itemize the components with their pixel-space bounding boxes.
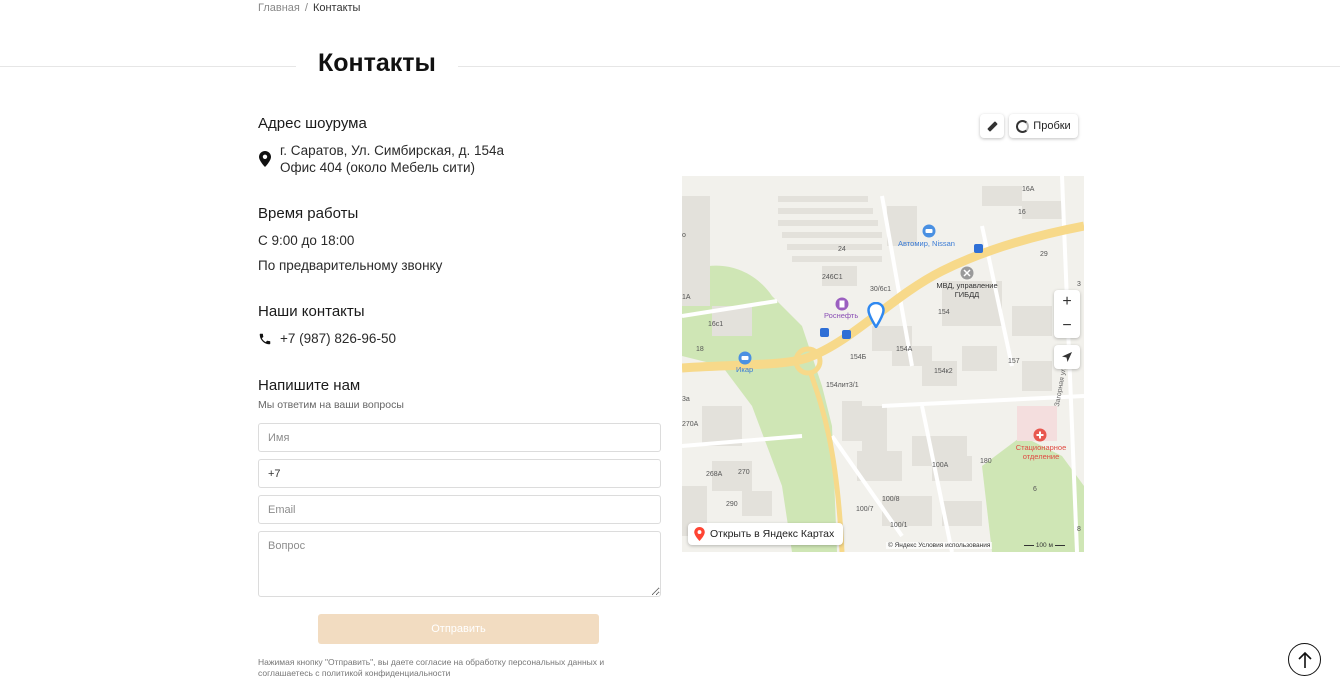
map-building-label: 270: [738, 469, 750, 476]
poi-rosneft[interactable]: Роснефть: [824, 311, 858, 320]
geolocation-button[interactable]: [1054, 345, 1080, 369]
car-dealer-icon[interactable]: [922, 224, 944, 238]
poi-hospital[interactable]: Стационарное отделение: [1008, 443, 1074, 461]
map-building-label: 246С1: [822, 274, 843, 281]
breadcrumb-current: Контакты: [312, 2, 361, 14]
map-building-label: 100/7: [856, 506, 874, 513]
map-building-label: 154лит3/1: [826, 382, 859, 389]
breadcrumb-separator: /: [304, 2, 308, 14]
map-building-label: 16с1: [708, 321, 724, 328]
showroom-address-line2: Офис 404 (около Мебель сити): [280, 160, 476, 175]
police-icon[interactable]: [960, 266, 974, 280]
form-heading: Напишите нам: [258, 377, 361, 394]
hospital-icon[interactable]: [1033, 428, 1047, 442]
map-building-label: 270А: [682, 421, 699, 428]
contacts-heading: Наши контакты: [258, 303, 365, 320]
yandex-map[interactable]: 16А 16 24 246С1 30/6с1 154 154А 154к2 15…: [682, 106, 1084, 552]
hours-heading: Время работы: [258, 205, 359, 222]
showroom-heading: Адрес шоурума: [258, 115, 367, 132]
phone-input[interactable]: [258, 459, 661, 488]
map-building-label: 100/8: [882, 496, 900, 503]
arrow-up-icon: [1297, 651, 1312, 668]
poi-ikar[interactable]: Икар: [736, 365, 753, 374]
map-building-label: 3: [1077, 281, 1081, 288]
map-building-label: 24: [838, 246, 846, 253]
map-building-label: 100/1: [890, 522, 908, 529]
open-in-yandex-maps-label: Открыть в Яндекс Картах: [710, 528, 835, 540]
map-building-label: 100А: [932, 462, 949, 469]
title-divider: [0, 66, 1340, 67]
map-building-label: 154к2: [934, 368, 953, 375]
bus-stop-icon[interactable]: [842, 330, 851, 339]
question-textarea[interactable]: [258, 531, 661, 597]
map-scale: 100 м: [1024, 542, 1065, 549]
map-building-label: 154А: [896, 346, 913, 353]
map-pin-icon: [259, 151, 271, 167]
scroll-to-top-button[interactable]: [1288, 643, 1321, 676]
poi-avtomir[interactable]: Автомир, Nissan: [898, 239, 955, 248]
ruler-button[interactable]: [980, 114, 1004, 138]
map-building-label: 29: [1040, 251, 1048, 258]
phone-icon: [259, 333, 271, 345]
geolocation-arrow-icon: [1062, 352, 1072, 362]
submit-button[interactable]: Отправить: [318, 614, 599, 644]
map-building-label: о: [682, 232, 686, 239]
map-building-label: 18: [696, 346, 704, 353]
location-marker-icon[interactable]: [867, 302, 885, 328]
map-building-label: 154: [938, 309, 950, 316]
yandex-pin-icon: [694, 527, 705, 541]
map-building-label: 30/6с1: [870, 286, 892, 293]
map-scale-label: 100 м: [1035, 542, 1053, 549]
ruler-icon: [987, 121, 997, 131]
map-building-label: 157: [1008, 358, 1020, 365]
form-subheading: Мы ответим на ваши вопросы: [258, 399, 404, 411]
map-building-label: 1А: [682, 294, 691, 301]
traffic-button[interactable]: Пробки: [1009, 114, 1078, 138]
hours-line2: По предварительному звонку: [258, 258, 443, 273]
traffic-label: Пробки: [1033, 120, 1071, 132]
poi-mvd[interactable]: МВД, управление ГИБДД: [932, 281, 1002, 299]
zoom-out-button[interactable]: −: [1054, 314, 1080, 338]
traffic-icon: [1016, 119, 1030, 133]
zoom-in-button[interactable]: +: [1054, 290, 1080, 314]
map-building-label: 3а: [682, 396, 690, 403]
email-input[interactable]: [258, 495, 661, 524]
map-building-label: 268А: [706, 471, 723, 478]
contacts-phone-link[interactable]: +7 (987) 826-96-50: [280, 331, 396, 346]
map-building-label: 8: [1077, 526, 1081, 533]
map-building-label: 154Б: [850, 354, 867, 361]
showroom-address-line1: г. Саратов, Ул. Симбирская, д. 154а: [280, 143, 505, 158]
open-in-yandex-maps-button[interactable]: Открыть в Яндекс Картах: [688, 523, 844, 545]
breadcrumb-home-link[interactable]: Главная: [258, 2, 300, 14]
bus-stop-icon[interactable]: [820, 328, 829, 337]
fuel-station-icon[interactable]: [835, 297, 849, 311]
map-building-label: 290: [726, 501, 738, 508]
hours-line1: С 9:00 до 18:00: [258, 233, 355, 248]
map-building-label: 16А: [1022, 186, 1035, 193]
zoom-control: + −: [1054, 290, 1080, 338]
breadcrumb: Главная / Контакты: [258, 2, 360, 14]
consent-text: Нажимая кнопку "Отправить", вы даете сог…: [258, 657, 605, 678]
map-building-label: 6: [1033, 486, 1037, 493]
name-input[interactable]: [258, 423, 661, 452]
map-copyright[interactable]: © Яндекс Условия использования: [886, 542, 993, 549]
map-building-label: 16: [1018, 209, 1026, 216]
page-title: Контакты: [296, 46, 458, 80]
map-building-label: 180: [980, 458, 992, 465]
bus-stop-icon[interactable]: [974, 244, 983, 253]
map-tiles: [682, 106, 1084, 552]
car-service-icon[interactable]: [738, 351, 752, 365]
